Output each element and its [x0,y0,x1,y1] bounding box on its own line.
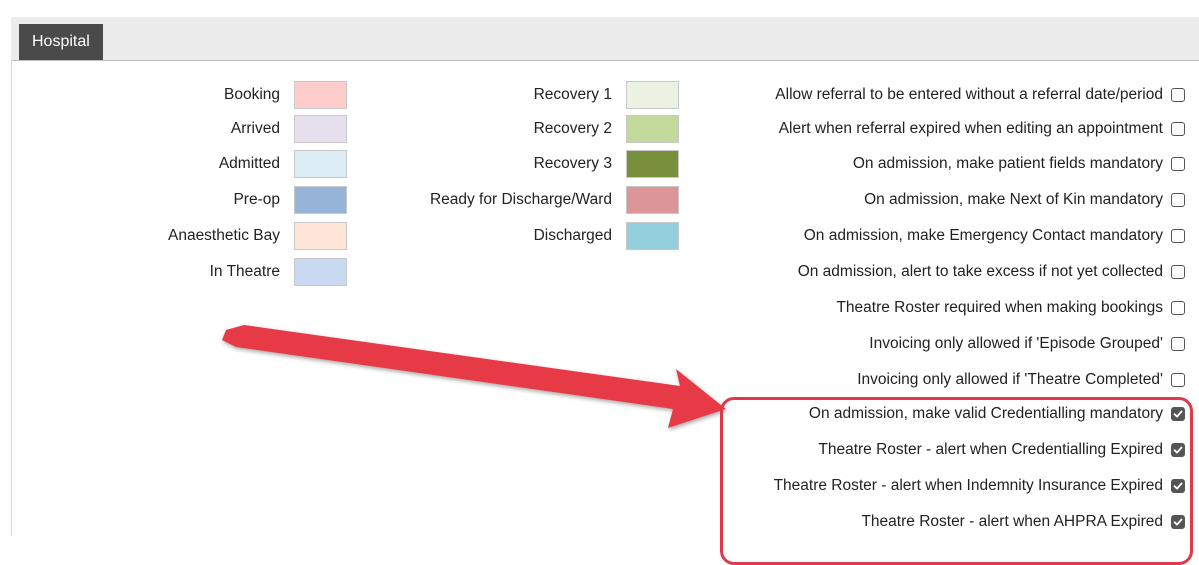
arrow-shape [222,325,726,428]
highlight-box [720,397,1193,565]
